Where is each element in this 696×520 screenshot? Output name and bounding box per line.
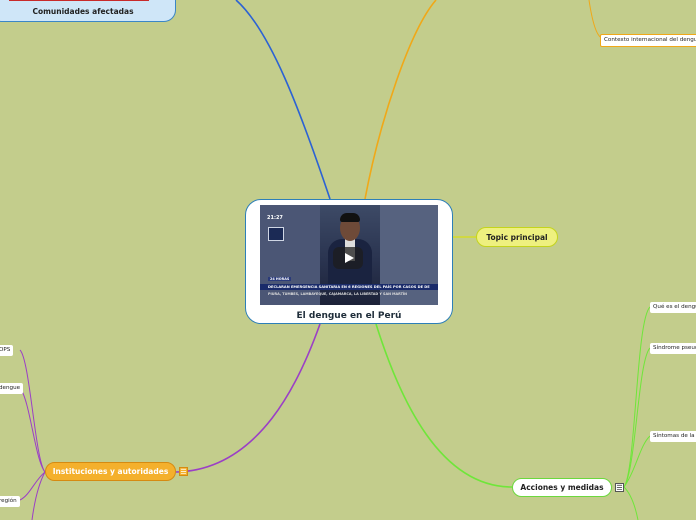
- video-time-label: 21:27: [267, 215, 283, 221]
- link-contexto-sub: [588, 0, 603, 39]
- comunidades-label: Comunidades afectadas: [32, 7, 134, 16]
- link-contexto: [364, 0, 437, 200]
- link-instituciones: [175, 323, 321, 473]
- subtopic-contexto-internacional[interactable]: Contexto internacional del dengue: [600, 34, 696, 47]
- link-inst-3: [19, 471, 46, 501]
- mindmap-canvas: 21:27 24 HORAS DECLARAN EMERGENCIA SANIT…: [0, 0, 696, 520]
- link-acc-2: [623, 347, 651, 488]
- subtopic-dengue[interactable]: dengue: [0, 383, 24, 394]
- subtopic-region[interactable]: región: [0, 496, 20, 507]
- video-subticker-text: PIURA, TUMBES, LAMBAYEQUE, CAJAMARCA, LA…: [268, 292, 408, 296]
- play-icon[interactable]: [333, 247, 363, 269]
- link-acc-4: [623, 486, 639, 520]
- video-thumbnail[interactable]: 21:27 24 HORAS DECLARAN EMERGENCIA SANIT…: [260, 205, 438, 305]
- link-comunidades: [235, 0, 331, 200]
- instituciones-autoridades-node[interactable]: Instituciones y autoridades: [45, 462, 176, 481]
- channel-logo-icon: [268, 227, 284, 241]
- subtopic-ops[interactable]: OPS: [0, 345, 14, 356]
- menu-lines-icon[interactable]: ☰: [179, 467, 188, 476]
- image-strip: [9, 0, 149, 1]
- link-acciones: [375, 323, 513, 488]
- subtopic-sindrome-pseudogripal[interactable]: Síndrome pseudogripal: [650, 343, 696, 354]
- comunidades-afectadas-node[interactable]: Comunidades afectadas: [0, 0, 176, 22]
- central-topic-node[interactable]: 21:27 24 HORAS DECLARAN EMERGENCIA SANIT…: [245, 199, 453, 324]
- video-ticker-text: DECLARAN EMERGENCIA SANITARIA EN 6 REGIO…: [268, 285, 430, 289]
- menu-lines-icon[interactable]: ☰: [615, 483, 624, 492]
- central-topic-title: El dengue en el Perú: [296, 311, 402, 321]
- acciones-medidas-node[interactable]: Acciones y medidas: [512, 478, 612, 497]
- subtopic-sintomas[interactable]: Síntomas de la: [650, 431, 696, 442]
- link-inst-1: [19, 349, 46, 473]
- link-inst-2: [19, 387, 46, 473]
- link-acc-3: [623, 435, 651, 488]
- subtopic-que-es-dengue[interactable]: Qué es el dengue: [650, 302, 696, 313]
- video-program-tag: 24 HORAS: [268, 277, 292, 281]
- topic-principal-node[interactable]: Topic principal: [476, 227, 558, 247]
